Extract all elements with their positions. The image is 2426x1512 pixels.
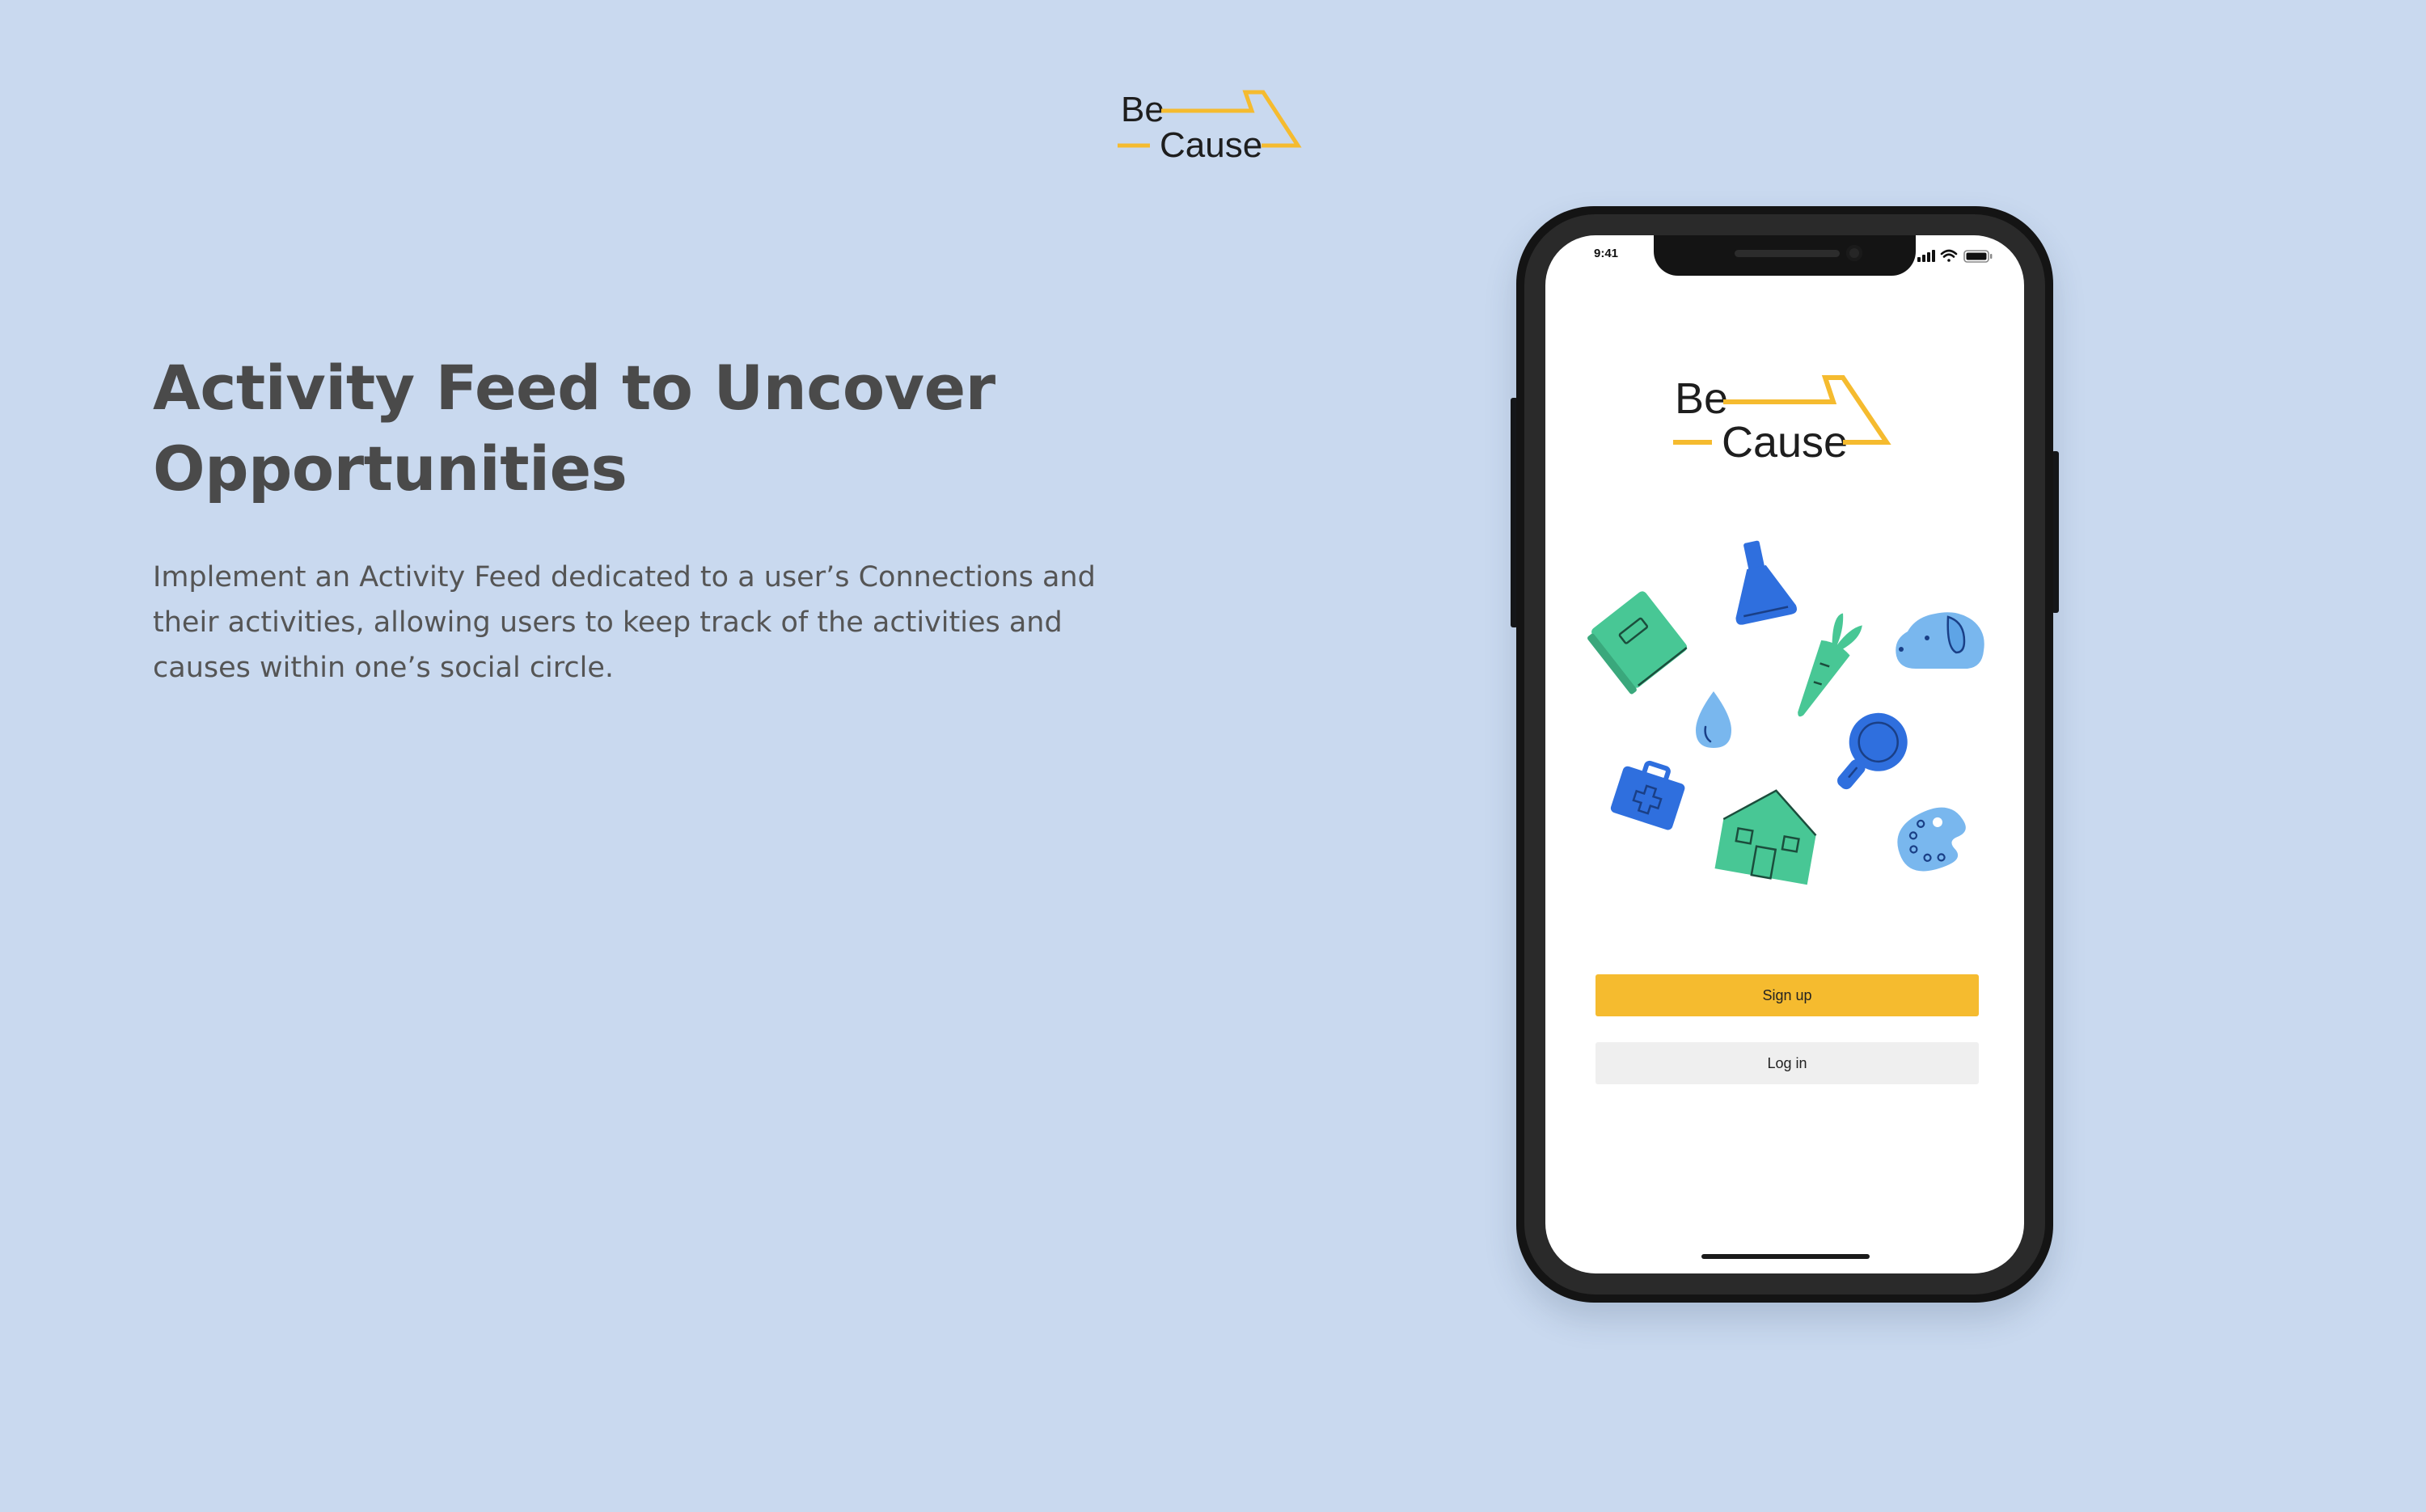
water-drop-icon xyxy=(1696,691,1731,748)
page-title: Activity Feed to Uncover Opportunities xyxy=(153,352,995,505)
signup-button[interactable]: Sign up xyxy=(1595,974,1979,1016)
flask-icon xyxy=(1735,540,1797,625)
book-icon xyxy=(1587,591,1688,695)
page-description: Implement an Activity Feed dedicated to … xyxy=(153,561,1096,684)
logo-text-be: Be xyxy=(1121,90,1164,129)
because-logo: Be Cause xyxy=(1118,90,1302,165)
house-icon xyxy=(1714,789,1817,885)
phone-screen: 9:41 Be Cause Sign up Log in xyxy=(1545,235,2024,1273)
home-indicator[interactable] xyxy=(1701,1254,1870,1259)
causes-illustration xyxy=(1587,540,1984,885)
paint-palette-icon xyxy=(1897,807,1966,872)
first-aid-kit-icon xyxy=(1610,760,1685,830)
logo-text-cause: Cause xyxy=(1160,125,1262,165)
dog-icon xyxy=(1896,612,1984,669)
magnifier-icon xyxy=(1837,712,1908,790)
login-button[interactable]: Log in xyxy=(1595,1042,1979,1084)
carrot-icon xyxy=(1798,613,1862,717)
phone-mockup: 9:41 Be Cause Sign up Log in xyxy=(1516,206,2053,1303)
